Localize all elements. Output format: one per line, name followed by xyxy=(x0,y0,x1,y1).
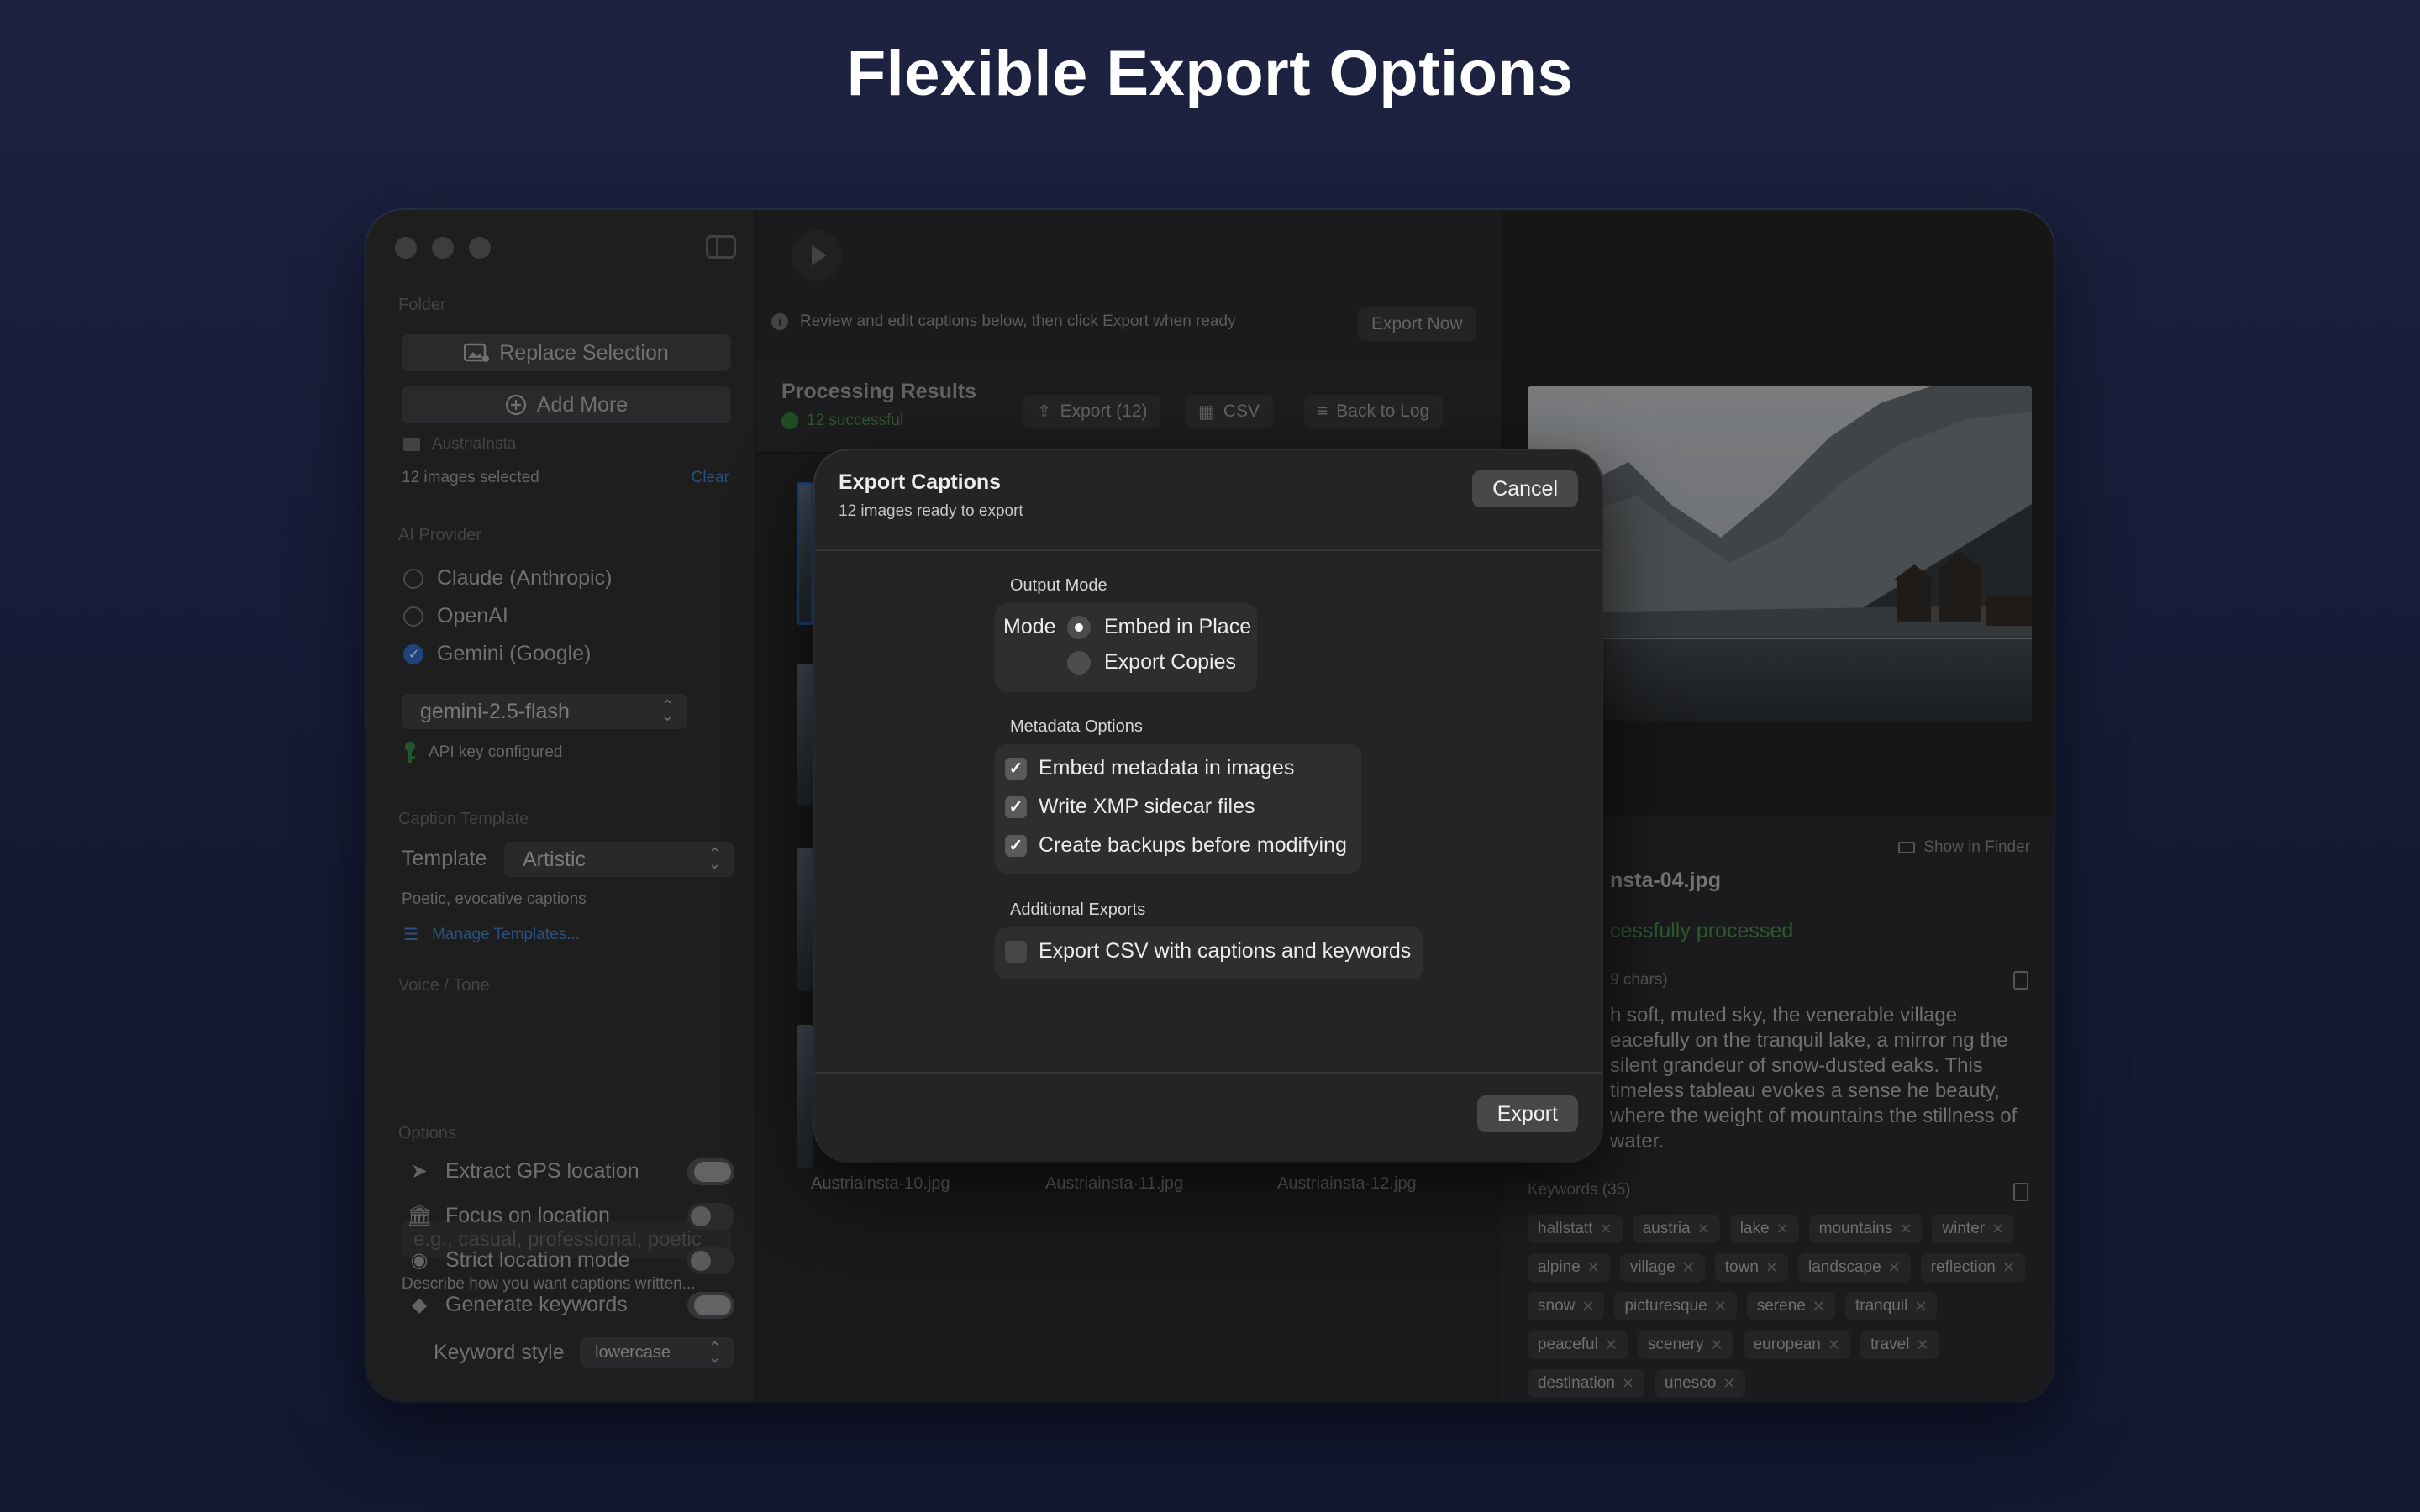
marketing-headline: Flexible Export Options xyxy=(846,38,1574,109)
dialog-title: Export Captions xyxy=(839,470,1002,494)
export-captions-dialog: Export Captions 12 images ready to expor… xyxy=(815,450,1602,1161)
metadata-options-label: Metadata Options xyxy=(1010,717,1143,736)
export-button[interactable]: Export xyxy=(1476,1095,1578,1132)
dialog-subtitle: 12 images ready to export xyxy=(839,502,1023,520)
dialog-footer-divider xyxy=(815,1072,1602,1074)
radio-export-copies[interactable] xyxy=(1067,650,1091,675)
export-csv-checkbox[interactable]: ✓ xyxy=(1005,940,1027,963)
mode-label: Mode xyxy=(1003,615,1056,638)
write-xmp-label: Write XMP sidecar files xyxy=(1039,795,1255,818)
radio-embed-in-place[interactable] xyxy=(1067,615,1091,639)
dialog-divider xyxy=(815,549,1602,551)
export-csv-option[interactable]: ✓ Export CSV with captions and keywords xyxy=(1005,939,1411,963)
write-xmp-option[interactable]: ✓ Write XMP sidecar files xyxy=(1005,795,1255,819)
write-xmp-checkbox[interactable]: ✓ xyxy=(1005,795,1027,818)
mode-embed-in-place[interactable]: Embed in Place xyxy=(1067,615,1251,639)
create-backups-checkbox[interactable]: ✓ xyxy=(1005,834,1027,857)
mode-export-copies[interactable]: Export Copies xyxy=(1067,650,1236,675)
output-mode-label: Output Mode xyxy=(1010,576,1107,595)
create-backups-label: Create backups before modifying xyxy=(1039,833,1347,857)
mode-copies-label: Export Copies xyxy=(1104,650,1237,674)
embed-metadata-option[interactable]: ✓ Embed metadata in images xyxy=(1005,756,1294,780)
create-backups-option[interactable]: ✓ Create backups before modifying xyxy=(1005,833,1347,858)
app-window: Folder Replace Selection Add More Austri… xyxy=(366,210,2054,1401)
cancel-button[interactable]: Cancel xyxy=(1472,470,1578,507)
export-csv-label: Export CSV with captions and keywords xyxy=(1039,939,1412,963)
mode-embed-label: Embed in Place xyxy=(1104,615,1252,638)
embed-metadata-label: Embed metadata in images xyxy=(1039,756,1295,780)
additional-exports-label: Additional Exports xyxy=(1010,900,1146,919)
embed-metadata-checkbox[interactable]: ✓ xyxy=(1005,757,1027,780)
